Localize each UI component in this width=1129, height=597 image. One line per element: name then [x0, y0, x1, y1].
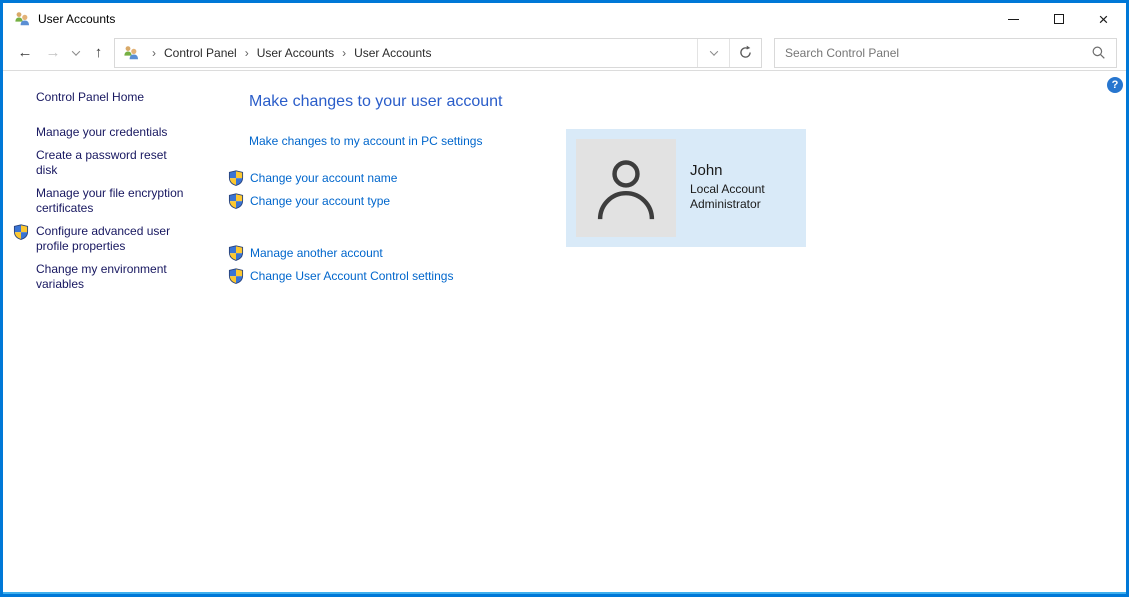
close-icon: × [1099, 11, 1109, 28]
back-button[interactable]: ← [11, 38, 39, 68]
breadcrumb-separator: › [334, 46, 354, 60]
task-label: Change User Account Control settings [250, 269, 453, 283]
title-bar: User Accounts × [3, 3, 1126, 35]
previous-locations-button[interactable] [697, 39, 729, 67]
manage-another-account-link[interactable]: Manage another account [228, 245, 453, 261]
window-title: User Accounts [38, 12, 991, 26]
search-box[interactable] [774, 38, 1117, 68]
breadcrumb-user-accounts[interactable]: User Accounts [257, 46, 334, 60]
sidebar-item-manage-credentials[interactable]: Manage your credentials [36, 125, 188, 140]
account-name: John [690, 162, 765, 179]
up-icon: ↑ [95, 44, 103, 61]
breadcrumb-user-accounts-2[interactable]: User Accounts [354, 46, 431, 60]
sidebar-item-control-panel-home[interactable]: Control Panel Home [36, 90, 223, 104]
task-label: Change your account type [250, 194, 390, 208]
chevron-down-icon [709, 47, 717, 55]
forward-icon: → [46, 44, 61, 61]
back-icon: ← [18, 44, 33, 61]
account-info: John Local Account Administrator [690, 162, 765, 212]
user-accounts-app-icon [14, 11, 30, 27]
uac-shield-icon [228, 193, 244, 209]
sidebar: Control Panel Home Manage your credentia… [3, 71, 233, 300]
account-task-group: Change your account name Change your acc… [228, 170, 397, 216]
minimize-button[interactable] [991, 3, 1036, 35]
change-uac-settings-link[interactable]: Change User Account Control settings [228, 268, 453, 284]
breadcrumb-control-panel[interactable]: Control Panel [164, 46, 237, 60]
recent-locations-button[interactable] [67, 38, 85, 68]
person-icon [589, 151, 663, 225]
help-icon: ? [1112, 79, 1119, 91]
breadcrumb-separator: › [237, 46, 257, 60]
account-type: Local Account [690, 182, 765, 197]
uac-shield-icon [228, 268, 244, 284]
breadcrumb-separator: › [144, 46, 164, 60]
content-area: Control Panel Home Manage your credentia… [3, 71, 1126, 594]
up-button[interactable]: ↑ [85, 38, 112, 68]
uac-shield-icon [228, 245, 244, 261]
change-account-name-link[interactable]: Change your account name [228, 170, 397, 186]
search-icon [1091, 45, 1106, 60]
uac-shield-icon [228, 170, 244, 186]
maximize-button[interactable] [1036, 3, 1081, 35]
other-accounts-task-group: Manage another account Change User Accou… [228, 245, 453, 291]
page-title: Make changes to your user account [249, 93, 502, 111]
uac-shield-icon [13, 224, 29, 240]
caption-buttons: × [991, 3, 1126, 35]
sidebar-item-label: Configure advanced user profile properti… [36, 224, 170, 253]
pc-settings-link[interactable]: Make changes to my account in PC setting… [249, 134, 482, 148]
navigation-toolbar: ← → ↑ › Control Panel › User Accounts › … [3, 35, 1126, 71]
forward-button[interactable]: → [39, 38, 67, 68]
address-bar[interactable]: › Control Panel › User Accounts › User A… [114, 38, 762, 68]
minimize-icon [1008, 19, 1019, 20]
user-accounts-window: User Accounts × ← → ↑ › Control Panel › … [0, 0, 1129, 597]
refresh-button[interactable] [729, 39, 761, 67]
account-role: Administrator [690, 197, 765, 212]
help-button[interactable]: ? [1107, 77, 1123, 93]
location-users-icon [123, 45, 139, 61]
sidebar-item-password-reset-disk[interactable]: Create a password reset disk [36, 148, 188, 178]
sidebar-item-environment-variables[interactable]: Change my environment variables [36, 262, 188, 292]
refresh-icon [738, 45, 753, 60]
task-label: Manage another account [250, 246, 383, 260]
sidebar-item-file-encryption-certificates[interactable]: Manage your file encryption certificates [36, 186, 188, 216]
account-avatar [576, 139, 676, 237]
task-label: Change your account name [250, 171, 397, 185]
chevron-down-icon [72, 47, 80, 55]
maximize-icon [1054, 14, 1064, 24]
sidebar-item-advanced-user-profile[interactable]: Configure advanced user profile properti… [36, 224, 188, 254]
search-input[interactable] [775, 46, 1085, 60]
current-account-panel: John Local Account Administrator [566, 129, 806, 247]
close-button[interactable]: × [1081, 3, 1126, 35]
change-account-type-link[interactable]: Change your account type [228, 193, 397, 209]
